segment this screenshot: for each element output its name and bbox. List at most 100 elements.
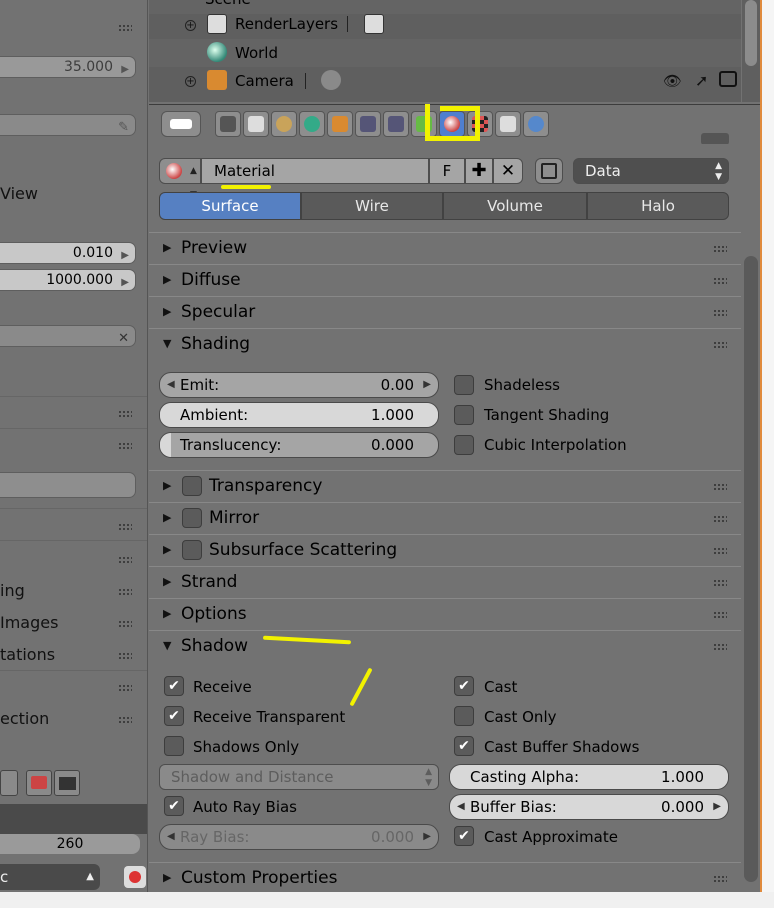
drag-grip-icon[interactable] — [713, 341, 727, 349]
record-button[interactable] — [124, 866, 146, 888]
constraints-tab-icon[interactable] — [355, 111, 381, 137]
outliner-row-camera[interactable]: + Camera 👁 ➚ — [149, 67, 741, 95]
layer-icon[interactable] — [364, 14, 384, 34]
panel-preview[interactable]: ▶ Preview — [149, 232, 741, 264]
camera-data-icon[interactable] — [321, 70, 341, 90]
shadow-mode-select[interactable]: Shadow and Distance ▲ ▼ — [159, 764, 439, 790]
cast-buffer-shadows-checkbox[interactable]: ✔ — [454, 736, 474, 756]
panel-specular[interactable]: ▶ Specular — [149, 296, 741, 328]
object-tab-icon[interactable] — [327, 111, 353, 137]
drag-grip-icon[interactable] — [713, 515, 727, 523]
drag-grip-icon[interactable] — [118, 620, 132, 628]
drag-grip-icon[interactable] — [118, 652, 132, 660]
auto-ray-bias-checkbox[interactable]: ✔ — [164, 796, 184, 816]
name-field[interactable]: ✕ — [0, 325, 136, 347]
emit-slider[interactable]: ◀ Emit: 0.00 ▶ — [159, 372, 439, 398]
outliner-row-world[interactable]: World — [149, 39, 741, 67]
ambient-slider[interactable]: Ambient: 1.000 — [159, 402, 439, 428]
link-select[interactable]: Data ▲ ▼ — [573, 158, 729, 184]
drag-grip-icon[interactable] — [713, 875, 727, 883]
drag-grip-icon[interactable] — [713, 309, 727, 317]
render-camera-icon[interactable] — [719, 71, 737, 87]
panel-options[interactable]: ▶ Options — [149, 598, 741, 630]
drag-grip-icon[interactable] — [713, 277, 727, 285]
tab-halo[interactable]: Halo — [587, 192, 729, 220]
physics-tab-icon[interactable] — [523, 111, 549, 137]
panel-strand[interactable]: ▶ Strand — [149, 566, 741, 598]
buffer-bias-slider[interactable]: ◀ Buffer Bias: 0.000 ▶ — [449, 794, 729, 820]
ray-bias-slider[interactable]: ◀ Ray Bias: 0.000 ▶ — [159, 824, 439, 850]
clapper-icon[interactable] — [54, 770, 80, 796]
editor-type-button[interactable] — [161, 111, 201, 137]
drag-grip-icon[interactable] — [118, 556, 132, 564]
shadeless-checkbox[interactable] — [454, 375, 474, 395]
expand-icon[interactable]: + — [185, 20, 196, 31]
material-tab-icon[interactable] — [439, 111, 465, 137]
tab-wire[interactable]: Wire — [301, 192, 443, 220]
outliner-scrollbar[interactable] — [742, 0, 760, 102]
particles-tab-icon[interactable] — [495, 111, 521, 137]
eye-icon[interactable]: 👁 — [663, 72, 682, 90]
data-tab-icon[interactable] — [411, 111, 437, 137]
cursor-icon[interactable]: ➚ — [695, 71, 708, 90]
drag-grip-icon[interactable] — [713, 245, 727, 253]
bottom-select[interactable]: c ▲ — [0, 864, 100, 890]
new-material-button[interactable]: ✚ — [465, 158, 493, 184]
expand-icon[interactable]: + — [185, 76, 196, 87]
cast-approximate-checkbox[interactable]: ✔ — [454, 826, 474, 846]
drag-grip-icon[interactable] — [118, 684, 132, 692]
drag-grip-icon[interactable] — [118, 410, 132, 418]
drag-grip-icon[interactable] — [713, 483, 727, 491]
lens-field[interactable]: 35.000 ▶ — [0, 56, 136, 78]
render-tab-icon[interactable] — [215, 111, 241, 137]
drag-grip-icon[interactable] — [713, 643, 727, 651]
scene-tab-icon[interactable] — [271, 111, 297, 137]
world-tab-icon[interactable] — [299, 111, 325, 137]
clip-end-field[interactable]: 1000.000 ▶ — [0, 269, 136, 291]
panel-sss[interactable]: ▶ Subsurface Scattering — [149, 534, 741, 566]
frame-field[interactable]: 260 — [0, 834, 140, 854]
drag-grip-icon[interactable] — [118, 588, 132, 596]
panel-diffuse[interactable]: ▶ Diffuse — [149, 264, 741, 296]
modifiers-tab-icon[interactable] — [383, 111, 409, 137]
drag-grip-icon[interactable] — [118, 523, 132, 531]
receive-transparent-checkbox[interactable]: ✔ — [164, 706, 184, 726]
tab-volume[interactable]: Volume — [443, 192, 587, 220]
drag-grip-icon[interactable] — [713, 611, 727, 619]
outliner-row-renderlayers[interactable]: + RenderLayers — [149, 11, 741, 39]
drag-grip-icon[interactable] — [118, 442, 132, 450]
outliner-scroll-thumb[interactable] — [745, 0, 757, 66]
drag-grip-icon[interactable] — [118, 24, 132, 32]
transparency-checkbox[interactable] — [182, 476, 202, 496]
cubic-interpolation-checkbox[interactable] — [454, 435, 474, 455]
left-input-field[interactable] — [0, 472, 136, 498]
clip-start-field[interactable]: 0.010 ▶ — [0, 242, 136, 264]
fake-user-button[interactable]: F — [429, 158, 465, 184]
panel-shading[interactable]: ▼ Shading — [149, 328, 741, 360]
translucency-slider[interactable]: Translucency: 0.000 — [159, 432, 439, 458]
panel-mirror[interactable]: ▶ Mirror — [149, 502, 741, 534]
mirror-checkbox[interactable] — [182, 508, 202, 528]
render-layers-tab-icon[interactable] — [243, 111, 269, 137]
drag-grip-icon[interactable] — [118, 716, 132, 724]
panel-transparency[interactable]: ▶ Transparency — [149, 470, 741, 502]
tangent-shading-checkbox[interactable] — [454, 405, 474, 425]
camera-icon[interactable] — [26, 770, 52, 796]
receive-checkbox[interactable]: ✔ — [164, 676, 184, 696]
drag-grip-icon[interactable] — [713, 547, 727, 555]
unlink-material-button[interactable]: ✕ — [493, 158, 523, 184]
cast-only-checkbox[interactable] — [454, 706, 474, 726]
properties-scrollbar[interactable] — [742, 144, 760, 892]
render-icon[interactable] — [0, 770, 18, 796]
texture-tab-icon[interactable] — [467, 111, 493, 137]
path-field[interactable]: ✎ — [0, 114, 136, 136]
shadows-only-checkbox[interactable] — [164, 736, 184, 756]
casting-alpha-slider[interactable]: Casting Alpha: 1.000 — [449, 764, 729, 790]
tab-surface[interactable]: Surface — [159, 192, 301, 220]
cast-checkbox[interactable]: ✔ — [454, 676, 474, 696]
panel-custom-properties[interactable]: ▶ Custom Properties — [149, 862, 741, 894]
material-name-field[interactable]: Material — [201, 158, 429, 184]
copy-material-button[interactable] — [535, 158, 563, 184]
sss-checkbox[interactable] — [182, 540, 202, 560]
properties-scroll-thumb[interactable] — [744, 256, 758, 882]
